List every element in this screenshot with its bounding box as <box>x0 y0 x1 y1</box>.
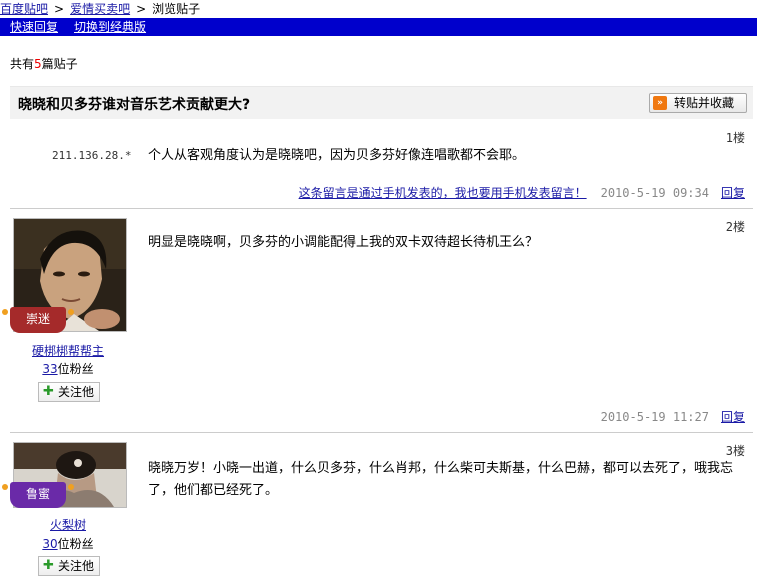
post-content: 晓晓万岁！小晓一出道，什么贝多芬，什么肖邦，什么柴可夫斯基，什么巴赫，都可以去死… <box>148 461 734 498</box>
post-content: 个人从客观角度认为是晓晓吧，因为贝多芬好像连唱歌都不会耶。 <box>148 148 526 163</box>
post-floor-2: 2楼 崇迷 硬梆梆帮帮主 33位粉丝 ✚ 关注他 明显是晓晓啊，贝多芬的小调能配… <box>2 212 753 432</box>
badge-dot-icon <box>68 484 74 490</box>
fans-count-link[interactable]: 33 <box>42 362 57 376</box>
post-meta: 2010-5-19 11:27 回复 <box>601 408 745 425</box>
fans-count: 33位粉丝 <box>10 360 126 377</box>
breadcrumb-home-link[interactable]: 百度贴吧 <box>0 2 48 16</box>
rank-badge-label: 崇迷 <box>25 312 50 326</box>
fans-suffix: 位粉丝 <box>57 537 94 551</box>
repost-favorite-label: 转贴并收藏 <box>674 96 735 110</box>
rank-badge-label: 鲁蜜 <box>25 487 50 501</box>
breadcrumb-separator: > <box>54 2 65 16</box>
thread-header: 晓晓和贝多芬谁对音乐艺术贡献更大? » 转贴并收藏 <box>10 86 753 119</box>
fans-count: 30位粉丝 <box>10 535 126 552</box>
post-count-suffix: 篇贴子 <box>41 57 78 71</box>
post-floor-3: 3楼 鲁蜜 火梨树 30位粉丝 ✚ 关注他 晓晓万岁！小晓一出道，什么贝多芬，什… <box>2 436 753 576</box>
toolbar: 快速回复 切换到经典版 <box>0 18 757 36</box>
fans-count-link[interactable]: 30 <box>42 537 57 551</box>
fans-suffix: 位粉丝 <box>57 362 94 376</box>
follow-button[interactable]: ✚ 关注他 <box>38 556 100 576</box>
post-time: 2010-5-19 11:27 <box>600 410 709 424</box>
breadcrumb-separator: > <box>136 2 147 16</box>
follow-label: 关注他 <box>58 559 95 573</box>
post-floor-1: 1楼 211.136.28.* 个人从客观角度认为是晓晓吧，因为贝多芬好像连唱歌… <box>10 125 753 205</box>
username-link[interactable]: 硬梆梆帮帮主 <box>10 342 126 359</box>
floor-number: 1楼 <box>725 131 745 145</box>
post-divider <box>10 432 753 433</box>
reply-link[interactable]: 回复 <box>721 410 745 424</box>
post-count: 共有5篇贴子 <box>10 55 78 72</box>
mobile-post-link[interactable]: 这条留言是通过手机发表的，我也要用手机发表留言！ <box>299 186 587 200</box>
reply-link[interactable]: 回复 <box>721 186 745 200</box>
poster-ip: 211.136.28.* <box>52 149 132 162</box>
breadcrumb-current: 浏览贴子 <box>152 2 201 16</box>
plus-icon: ✚ <box>43 558 54 573</box>
rank-badge: 崇迷 <box>2 307 74 333</box>
badge-dot-icon <box>2 309 8 315</box>
breadcrumb-forum-link[interactable]: 爱情买卖吧 <box>70 2 130 16</box>
post-meta: 这条留言是通过手机发表的，我也要用手机发表留言！ 2010-5-19 09:34 回… <box>299 184 745 201</box>
post-time: 2010-5-19 09:34 <box>600 186 709 200</box>
quick-reply-link[interactable]: 快速回复 <box>10 20 58 34</box>
double-arrow-icon: » <box>653 96 667 110</box>
post-count-prefix: 共有 <box>10 57 35 71</box>
thread-title: 晓晓和贝多芬谁对音乐艺术贡献更大? <box>18 97 251 113</box>
follow-label: 关注他 <box>58 385 95 399</box>
badge-dot-icon <box>68 309 74 315</box>
plus-icon: ✚ <box>43 384 54 399</box>
post-count-number: 5 <box>34 57 42 71</box>
floor-number: 3楼 <box>725 444 745 458</box>
badge-dot-icon <box>2 484 8 490</box>
repost-favorite-button[interactable]: » 转贴并收藏 <box>649 93 747 113</box>
post-divider <box>10 208 753 209</box>
breadcrumb: 百度贴吧 > 爱情买卖吧 > 浏览贴子 <box>0 0 200 18</box>
follow-button[interactable]: ✚ 关注他 <box>38 382 100 402</box>
classic-version-link[interactable]: 切换到经典版 <box>74 20 146 34</box>
rank-badge: 鲁蜜 <box>2 482 74 508</box>
post-content: 明显是晓晓啊，贝多芬的小调能配得上我的双卡双待超长待机王么？ <box>148 235 539 250</box>
username-link[interactable]: 火梨树 <box>10 516 126 533</box>
